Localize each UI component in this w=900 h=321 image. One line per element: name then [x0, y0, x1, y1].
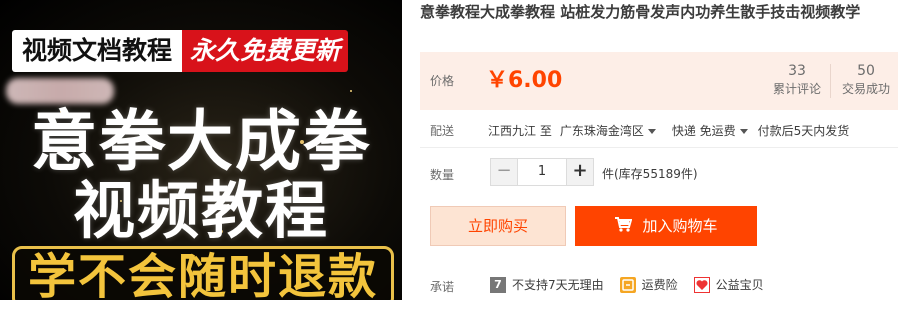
- ship-destination-select[interactable]: 广东珠海金湾区: [560, 122, 656, 139]
- charity-icon: [693, 276, 710, 293]
- price-label: 价格: [430, 74, 455, 88]
- ship-delivery-time: 付款后5天内发货: [757, 124, 850, 138]
- quantity-stepper: − 1 +: [490, 158, 594, 186]
- shipping-row: 江西九江 至 广东珠海金湾区 快递 免运费 付款后5天内发货: [488, 122, 849, 139]
- tag-free-update: 永久免费更新: [182, 30, 349, 72]
- ship-method-select[interactable]: 快递 免运费: [672, 122, 748, 139]
- chevron-down-icon: [647, 129, 656, 134]
- shipping-insurance-icon: [619, 276, 636, 293]
- review-count: 33: [788, 63, 806, 79]
- promise-item[interactable]: 7 不支持7天无理由: [490, 276, 604, 293]
- promise-text: 不支持7天无理由: [512, 278, 604, 292]
- promise-item[interactable]: 公益宝贝: [693, 276, 764, 293]
- quantity-input[interactable]: 1: [517, 159, 567, 185]
- product-title: 意拳教程大成拳教程 站桩发力筋骨发声内功养生散手技击视频教学: [420, 3, 861, 21]
- image-tag-row: 视频文档教程 永久免费更新: [12, 30, 392, 72]
- cart-icon: [614, 207, 633, 247]
- ship-from: 江西九江 至: [488, 124, 552, 138]
- promise-item[interactable]: 运费险: [619, 276, 678, 293]
- quantity-label: 数量: [430, 168, 455, 182]
- quantity-decrease-button[interactable]: −: [491, 159, 517, 185]
- promise-text: 运费险: [641, 278, 678, 292]
- add-to-cart-label: 加入购物车: [642, 217, 718, 235]
- review-label: 累计评论: [772, 82, 821, 96]
- refund-banner: 学不会随时退款: [12, 246, 394, 300]
- price-value: ￥6.00: [486, 68, 563, 93]
- add-to-cart-button[interactable]: 加入购物车: [575, 206, 757, 246]
- promise-row: 7 不支持7天无理由 运费险 公益宝贝: [490, 276, 780, 293]
- stock-info: 件(库存55189件): [602, 167, 698, 181]
- promise-text: 公益宝贝: [715, 278, 764, 292]
- buy-now-button[interactable]: 立即购买: [430, 206, 566, 246]
- tag-video-doc: 视频文档教程: [12, 30, 183, 72]
- chevron-down-icon: [739, 129, 748, 134]
- sold-label: 交易成功: [841, 82, 890, 96]
- product-image[interactable]: 视频文档教程 永久免费更新 意拳大成拳 视频教程 学不会随时退款: [0, 0, 402, 300]
- sold-stat: 50 交易成功: [836, 62, 896, 98]
- divider: [420, 147, 898, 148]
- ship-method: 快递 免运费: [671, 124, 736, 138]
- promise-label: 承诺: [430, 280, 455, 294]
- review-stat[interactable]: 33 累计评论: [770, 62, 824, 98]
- image-title-line2: 视频教程: [72, 174, 329, 247]
- shipping-label: 配送: [430, 124, 455, 138]
- quantity-increase-button[interactable]: +: [567, 159, 593, 185]
- sold-count: 50: [857, 63, 875, 79]
- stat-divider: [830, 64, 831, 98]
- price-panel: 价格 ￥6.00 33 累计评论 50 交易成功: [420, 52, 898, 110]
- ship-destination: 广东珠海金湾区: [559, 124, 644, 138]
- seven-day-icon: 7: [490, 276, 506, 293]
